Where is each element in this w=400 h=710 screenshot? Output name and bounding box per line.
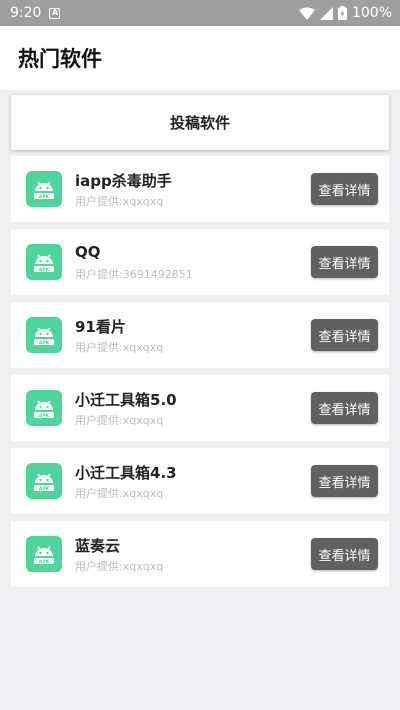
svg-text:APK: APK (39, 559, 50, 565)
submit-software-label: 投稿软件 (169, 114, 230, 132)
view-details-button[interactable]: 查看详情 (311, 392, 378, 424)
list-item: APK iapp杀毒助手 用户提供:xqxqxq 查看详情 (11, 156, 389, 222)
android-apk-icon: APK (26, 390, 62, 426)
list-item: APK 小迁工具箱5.0 用户提供:xqxqxq 查看详情 (11, 375, 389, 441)
app-name: 小迁工具箱4.3 (75, 464, 177, 482)
svg-text:APK: APK (39, 340, 50, 346)
list-item: APK 91看片 用户提供:xqxqxq 查看详情 (11, 302, 389, 368)
app-bar: 热门软件 (0, 26, 400, 90)
app-name: iapp杀毒助手 (75, 172, 172, 190)
android-apk-icon: APK (26, 317, 62, 353)
app-provider: 用户提供:xqxqxq (75, 560, 164, 573)
app-provider: 用户提供:xqxqxq (75, 487, 164, 500)
app-name: 小迁工具箱5.0 (75, 391, 177, 409)
android-apk-icon: APK (26, 463, 62, 499)
android-apk-icon: APK (26, 244, 62, 280)
android-apk-icon: APK (26, 536, 62, 572)
app-name: QQ (75, 243, 101, 261)
app-name: 蓝奏云 (75, 537, 121, 555)
app-provider: 用户提供:3691492851 (75, 268, 193, 281)
app-name: 91看片 (75, 318, 126, 336)
list-item: APK QQ 用户提供:3691492851 查看详情 (11, 229, 389, 295)
view-details-button[interactable]: 查看详情 (311, 173, 378, 205)
app-provider: 用户提供:xqxqxq (75, 414, 164, 427)
app-provider: 用户提供:xqxqxq (75, 341, 164, 354)
wifi-icon (298, 7, 315, 20)
battery-percentage: 100% (351, 5, 392, 21)
notification-a-icon: A (49, 7, 61, 19)
view-details-button[interactable]: 查看详情 (311, 465, 378, 497)
submit-software-button[interactable]: 投稿软件 (11, 95, 389, 150)
battery-charging-icon (337, 6, 347, 20)
svg-text:APK: APK (39, 194, 50, 200)
list-item: APK 蓝奏云 用户提供:xqxqxq 查看详情 (11, 521, 389, 587)
status-time: 9:20 (10, 5, 42, 21)
status-bar: 9:20 A 100% (0, 0, 400, 26)
svg-text:APK: APK (39, 413, 50, 419)
page-title: 热门软件 (18, 47, 102, 71)
svg-text:APK: APK (39, 486, 50, 492)
view-details-button[interactable]: 查看详情 (311, 246, 378, 278)
view-details-button[interactable]: 查看详情 (311, 538, 378, 570)
app-provider: 用户提供:xqxqxq (75, 195, 164, 208)
svg-text:APK: APK (39, 267, 50, 273)
list-item: APK 小迁工具箱4.3 用户提供:xqxqxq 查看详情 (11, 448, 389, 514)
status-icons: 100% (298, 5, 392, 21)
signal-icon (319, 6, 333, 20)
android-apk-icon: APK (26, 171, 62, 207)
view-details-button[interactable]: 查看详情 (311, 319, 378, 351)
